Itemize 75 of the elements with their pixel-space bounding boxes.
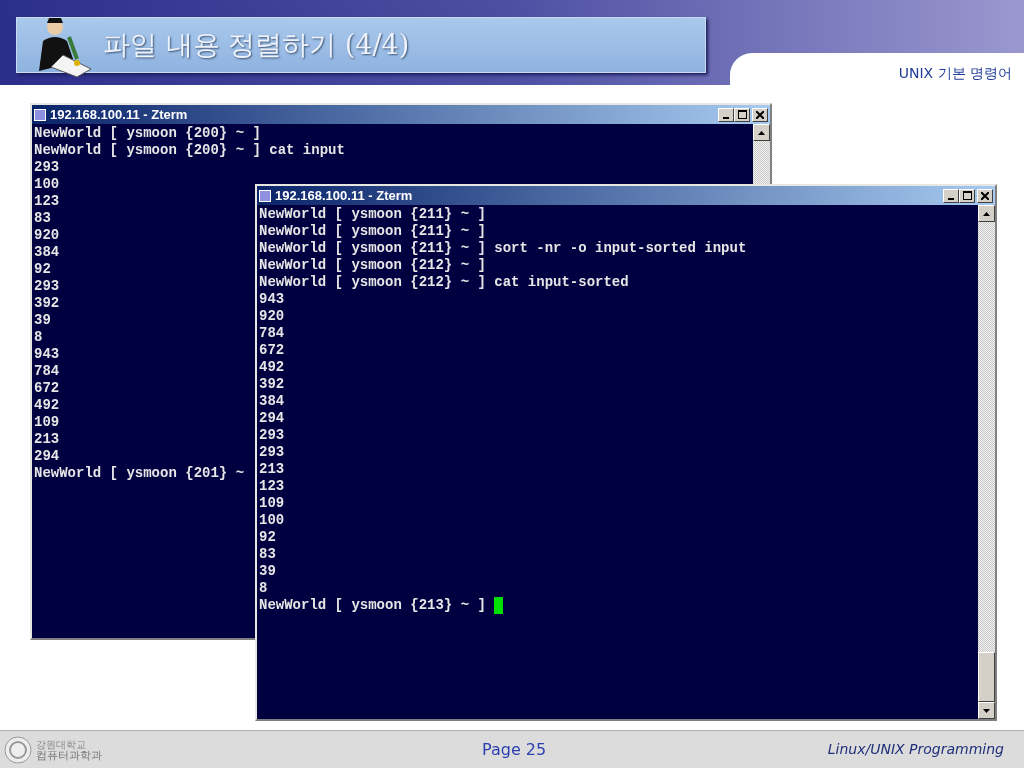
terminal-line: NewWorld [ ysmoon {213} ~ ]	[259, 597, 486, 613]
close-button[interactable]	[977, 188, 993, 203]
terminal-line: 83	[259, 546, 276, 562]
terminal-line: 384	[34, 244, 60, 260]
terminal-line: 672	[34, 380, 60, 396]
up-arrow-icon	[983, 211, 990, 216]
terminal-line: NewWorld [ ysmoon {201} ~	[34, 465, 245, 481]
terminal-line: 293	[34, 159, 60, 175]
course-title: Linux/UNIX Programming	[827, 740, 1004, 759]
window-title: 192.168.100.11 - Zterm	[50, 105, 188, 124]
minimize-button[interactable]	[718, 107, 734, 122]
terminal-line: 92	[259, 529, 276, 545]
terminal-line: 92	[34, 261, 51, 277]
terminal-line: 213	[259, 461, 285, 477]
minimize-icon	[723, 116, 729, 119]
university-seal-icon	[4, 735, 32, 764]
terminal-line: NewWorld [ ysmoon {211} ~ ] sort -nr -o input-sorted input	[259, 240, 747, 256]
terminal-line: 492	[259, 359, 285, 375]
close-icon	[981, 191, 989, 200]
terminal-line: 784	[34, 363, 60, 379]
terminal-line: 100	[259, 512, 285, 528]
terminal-line: 392	[34, 295, 60, 311]
terminal-line: 83	[34, 210, 51, 226]
terminal-line: 100	[34, 176, 60, 192]
window-title: 192.168.100.11 - Zterm	[275, 186, 413, 205]
terminal-line: 123	[34, 193, 60, 209]
terminal-line: 672	[259, 342, 285, 358]
terminal-line: 109	[259, 495, 285, 511]
maximize-button[interactable]	[734, 107, 750, 122]
terminal-line: 8	[259, 580, 268, 596]
scroll-up-button[interactable]	[978, 205, 995, 222]
page-number: Page 25	[482, 738, 547, 761]
terminal-line: 293	[259, 444, 285, 460]
organization-name: 강원대학교	[36, 738, 86, 750]
terminal-line: 294	[259, 410, 285, 426]
close-icon	[756, 110, 764, 119]
slide-title: 파일 내용 정렬하기 (4/4)	[103, 27, 410, 62]
terminal-line: 123	[259, 478, 285, 494]
maximize-button[interactable]	[959, 188, 975, 203]
terminal-line: NewWorld [ ysmoon {200} ~ ]	[34, 125, 261, 141]
maximize-icon	[962, 191, 972, 200]
department-name: 컴퓨터과학과	[36, 749, 102, 761]
terminal-line: 293	[259, 427, 285, 443]
terminal-app-icon	[34, 108, 46, 121]
terminal-line: 920	[259, 308, 285, 324]
terminal-line: 384	[259, 393, 285, 409]
minimize-button[interactable]	[943, 188, 959, 203]
terminal-line: 943	[34, 346, 60, 362]
terminal-line: NewWorld [ ysmoon {211} ~ ]	[259, 206, 486, 222]
terminal-line: 293	[34, 278, 60, 294]
terminal-line: 492	[34, 397, 60, 413]
maximize-icon	[737, 110, 747, 119]
terminal-line: 109	[34, 414, 60, 430]
terminal-line: NewWorld [ ysmoon {200} ~ ] cat input	[34, 142, 345, 158]
close-button[interactable]	[752, 107, 768, 122]
minimize-icon	[948, 197, 954, 200]
scroll-up-button[interactable]	[753, 124, 770, 141]
terminal-line: 294	[34, 448, 60, 464]
terminal-line: 39	[34, 312, 51, 328]
scrollbar-thumb[interactable]	[978, 652, 995, 702]
terminal-line: 943	[259, 291, 285, 307]
scroll-down-button[interactable]	[978, 702, 995, 719]
terminal-line: NewWorld [ ysmoon {212} ~ ]	[259, 257, 486, 273]
terminal-line: 39	[259, 563, 276, 579]
terminal-app-icon	[259, 189, 271, 202]
section-label: UNIX 기본 명령어	[898, 63, 1012, 83]
down-arrow-icon	[983, 708, 990, 713]
terminal-line: 784	[259, 325, 285, 341]
terminal-line: NewWorld [ ysmoon {212} ~ ] cat input-sorted	[259, 274, 629, 290]
up-arrow-icon	[758, 130, 765, 135]
terminal-line: 213	[34, 431, 60, 447]
terminal-line: 8	[34, 329, 43, 345]
terminal-line: NewWorld [ ysmoon {211} ~ ]	[259, 223, 486, 239]
terminal-line: 392	[259, 376, 285, 392]
terminal-line: 920	[34, 227, 60, 243]
